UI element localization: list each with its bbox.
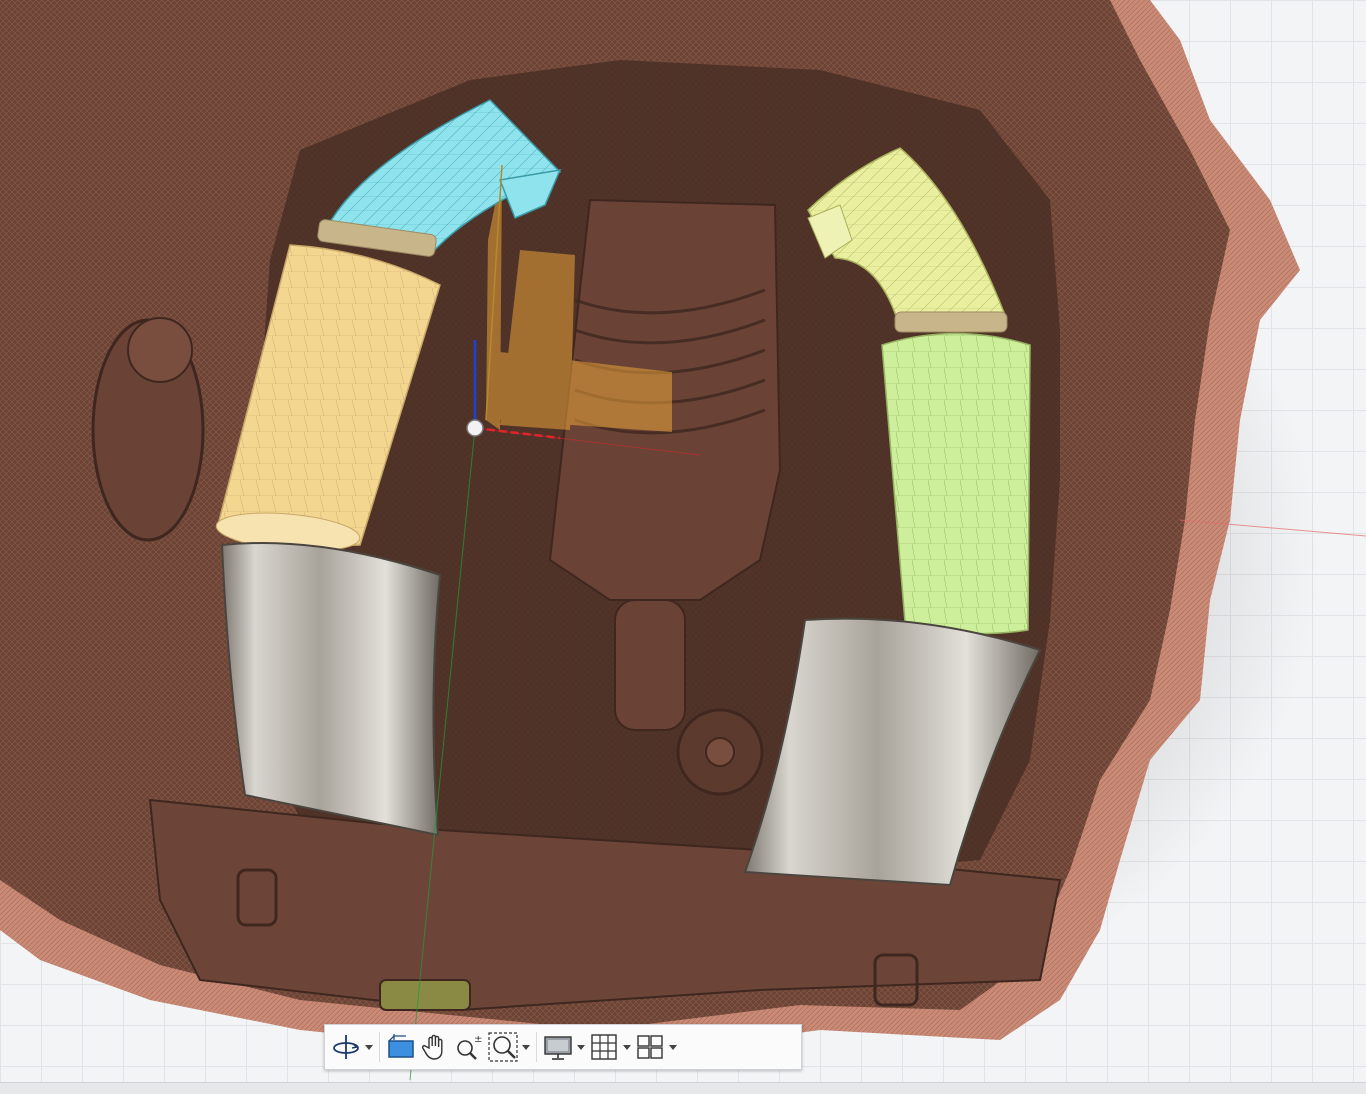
throttle-body [614, 599, 686, 731]
intake-coupler-right [894, 311, 1008, 333]
zoom-icon: ± [452, 1030, 486, 1064]
viewports-dropdown-caret-icon[interactable] [667, 1030, 679, 1064]
scene-3d[interactable] [0, 0, 1366, 1094]
toolbar-separator [536, 1032, 537, 1062]
model-canvas[interactable]: ± [0, 0, 1366, 1094]
status-bar [0, 1082, 1366, 1094]
origin-point[interactable] [466, 419, 484, 437]
air-filter-right[interactable] [881, 332, 1031, 635]
zoom-window-icon [486, 1030, 520, 1064]
grid-snaps-button[interactable] [587, 1027, 633, 1067]
orbit-icon [329, 1030, 363, 1064]
grid-snaps-dropdown-caret-icon[interactable] [621, 1030, 633, 1064]
zoom-button[interactable]: ± [452, 1027, 486, 1067]
zoom-window-button[interactable] [486, 1027, 532, 1067]
orbit-button[interactable] [329, 1027, 375, 1067]
reservoir-cap [127, 317, 193, 383]
toolbar-separator [379, 1032, 380, 1062]
viewports-button[interactable] [633, 1027, 679, 1067]
zoom-window-dropdown-caret-icon[interactable] [520, 1030, 532, 1064]
display-settings-dropdown-caret-icon[interactable] [575, 1030, 587, 1064]
airbox-left[interactable] [220, 542, 442, 837]
multi-viewport-icon [633, 1030, 667, 1064]
look-at-button[interactable] [384, 1027, 418, 1067]
pan-hand-icon [418, 1030, 452, 1064]
tow-hook-slot [379, 979, 471, 1011]
display-settings-button[interactable] [541, 1027, 587, 1067]
navigation-toolbar: ± [324, 1024, 802, 1070]
display-monitor-icon [541, 1030, 575, 1064]
svg-text:±: ± [474, 1034, 482, 1045]
look-at-icon [384, 1030, 418, 1064]
pulley-hub [705, 737, 735, 767]
orbit-dropdown-caret-icon[interactable] [363, 1030, 375, 1064]
pan-button[interactable] [418, 1027, 452, 1067]
grid-icon [587, 1030, 621, 1064]
